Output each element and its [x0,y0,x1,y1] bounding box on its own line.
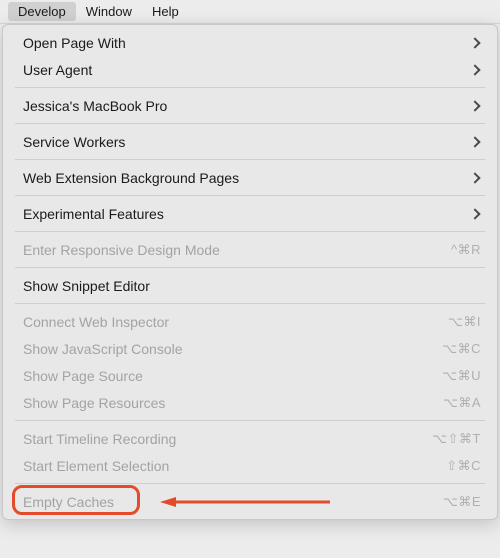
menubar: Develop Window Help [0,0,500,24]
separator [15,483,485,484]
menu-label: Experimental Features [23,206,471,222]
menu-shortcut: ⌥⌘A [443,395,481,411]
menu-page-source: Show Page Source ⌥⌘U [3,362,497,389]
menu-page-resources: Show Page Resources ⌥⌘A [3,389,497,416]
separator [15,420,485,421]
menu-shortcut: ^⌘R [451,242,481,258]
menu-js-console: Show JavaScript Console ⌥⌘C [3,335,497,362]
menu-shortcut: ⇧⌘C [446,458,481,474]
menu-label: Show JavaScript Console [23,341,442,357]
menubar-window[interactable]: Window [76,2,142,21]
menu-label: Show Page Source [23,368,442,384]
menu-open-page-with[interactable]: Open Page With [3,29,497,56]
menu-user-agent[interactable]: User Agent [3,56,497,83]
menu-label: Service Workers [23,134,471,150]
menu-service-workers[interactable]: Service Workers [3,128,497,155]
chevron-right-icon [469,208,480,219]
menu-device[interactable]: Jessica's MacBook Pro [3,92,497,119]
menu-label: Start Timeline Recording [23,431,432,447]
chevron-right-icon [469,136,480,147]
menubar-help[interactable]: Help [142,2,189,21]
develop-dropdown: Open Page With User Agent Jessica's MacB… [2,24,498,520]
menu-label: Show Page Resources [23,395,443,411]
menubar-develop[interactable]: Develop [8,2,76,21]
menu-shortcut: ⌥⌘E [443,494,481,510]
separator [15,87,485,88]
chevron-right-icon [469,37,480,48]
menu-label: User Agent [23,62,471,78]
menu-connect-inspector: Connect Web Inspector ⌥⌘I [3,308,497,335]
separator [15,303,485,304]
menu-experimental[interactable]: Experimental Features [3,200,497,227]
menu-label: Empty Caches [23,494,443,510]
menu-shortcut: ⌥⌘I [448,314,481,330]
menu-label: Web Extension Background Pages [23,170,471,186]
menu-label: Enter Responsive Design Mode [23,242,451,258]
menu-shortcut: ⌥⌘C [442,341,481,357]
menu-label: Start Element Selection [23,458,446,474]
menu-timeline: Start Timeline Recording ⌥⇧⌘T [3,425,497,452]
menu-shortcut: ⌥⇧⌘T [432,431,481,447]
menu-snippet-editor[interactable]: Show Snippet Editor [3,272,497,299]
chevron-right-icon [469,100,480,111]
menu-label: Connect Web Inspector [23,314,448,330]
chevron-right-icon [469,64,480,75]
menu-shortcut: ⌥⌘U [442,368,481,384]
menu-responsive-design: Enter Responsive Design Mode ^⌘R [3,236,497,263]
separator [15,159,485,160]
menu-element-selection: Start Element Selection ⇧⌘C [3,452,497,479]
menu-label: Open Page With [23,35,471,51]
separator [15,195,485,196]
menu-label: Show Snippet Editor [23,278,481,294]
separator [15,267,485,268]
chevron-right-icon [469,172,480,183]
menu-label: Jessica's MacBook Pro [23,98,471,114]
separator [15,123,485,124]
separator [15,231,485,232]
menu-web-ext-bg[interactable]: Web Extension Background Pages [3,164,497,191]
menu-empty-caches: Empty Caches ⌥⌘E [3,488,497,515]
